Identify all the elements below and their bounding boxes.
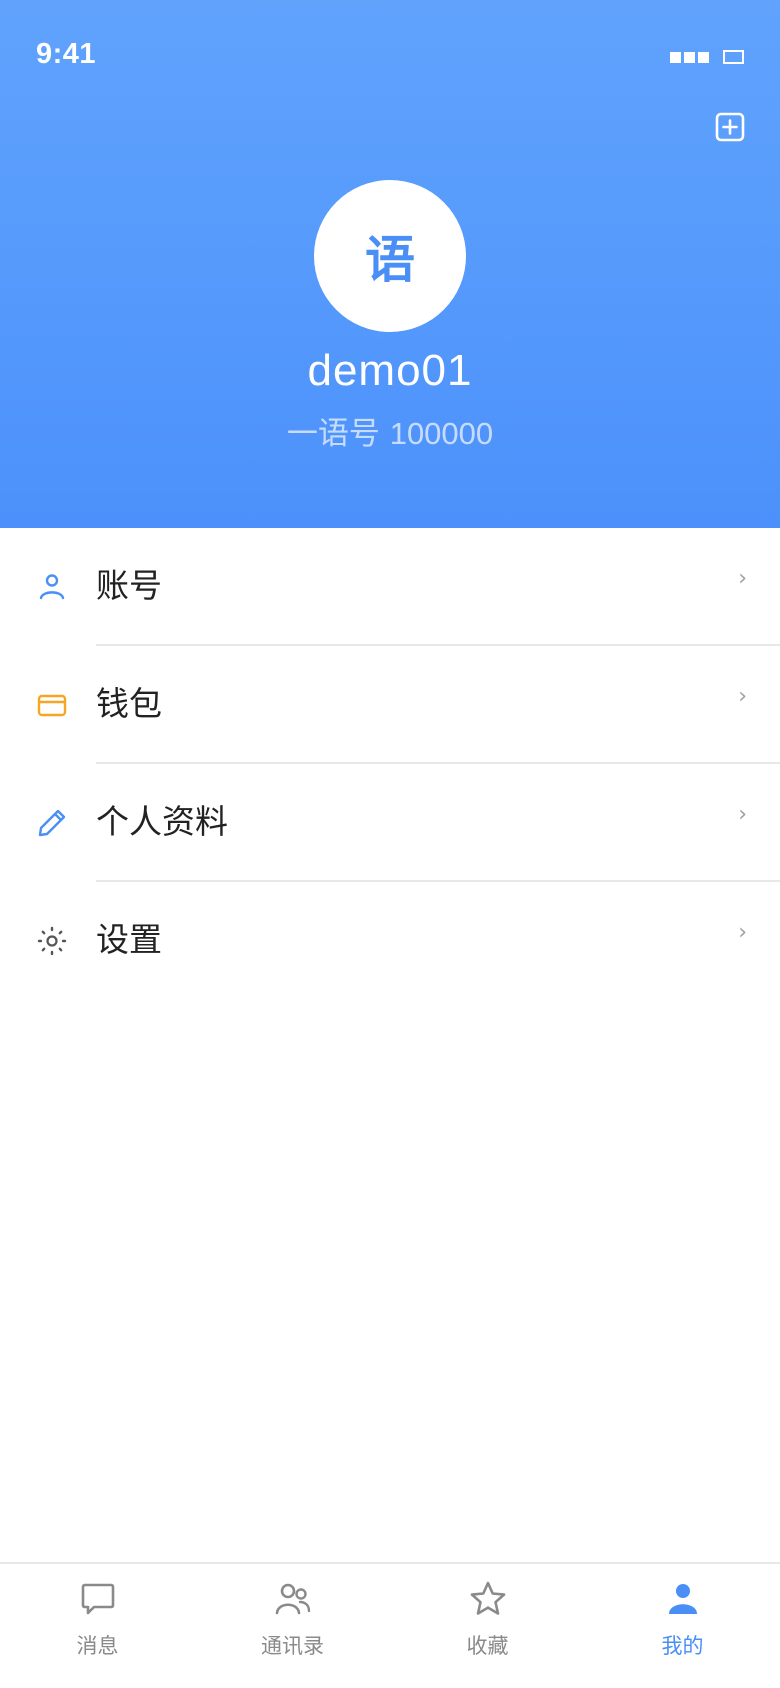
status-bar: 9:41 (0, 0, 780, 116)
add-button[interactable] (715, 112, 745, 142)
chevron-right-icon: › (738, 920, 747, 945)
contacts-icon (275, 1583, 310, 1615)
star-icon (470, 1581, 505, 1615)
tab-favorites[interactable]: 收藏 (390, 1564, 585, 1688)
tab-label: 我的 (661, 1634, 704, 1658)
menu-item-label: 个人资料 (96, 802, 228, 841)
message-bubble-icon (81, 1583, 114, 1615)
menu-item-label: 设置 (96, 920, 162, 959)
edit-pencil-icon (38, 809, 66, 837)
user-id-value: 100000 (389, 416, 494, 451)
tab-label: 收藏 (466, 1634, 509, 1658)
user-id-prefix: 一语号 (286, 416, 390, 452)
menu-item-label: 账号 (96, 566, 162, 605)
menu-item-settings[interactable]: 设置 › (0, 882, 780, 1000)
person-filled-icon (668, 1584, 697, 1614)
menu-item-wallet[interactable]: 钱包 › (0, 646, 780, 764)
signal-icon (670, 51, 709, 63)
settings-gear-icon (37, 926, 67, 956)
chevron-right-icon: › (738, 802, 747, 827)
tab-label: 通讯录 (261, 1634, 324, 1658)
tab-me[interactable]: 我的 (585, 1564, 780, 1688)
username: demo01 (307, 346, 473, 395)
avatar-text: 语 (365, 231, 415, 289)
status-icons (670, 50, 744, 64)
menu-item-account[interactable]: 账号 › (0, 528, 780, 646)
tab-contacts[interactable]: 通讯录 (195, 1564, 390, 1688)
tab-label: 消息 (76, 1634, 119, 1658)
profile-menu: 账号 › 钱包 › 个人资料 › 设置 › (0, 528, 780, 1000)
person-icon (39, 574, 65, 600)
menu-item-label: 钱包 (96, 684, 162, 723)
profile-header: 9:41 语 demo01 一语号 100000 (0, 0, 780, 528)
chevron-right-icon: › (738, 684, 747, 709)
avatar[interactable]: 语 (314, 180, 466, 332)
user-id: 一语号 100000 (0, 408, 780, 453)
plus-square-icon (715, 112, 745, 142)
menu-item-profile[interactable]: 个人资料 › (0, 764, 780, 882)
status-time: 9:41 (36, 38, 97, 70)
bottom-tab-bar: 消息 通讯录 收藏 我的 (0, 1562, 780, 1688)
tab-messages[interactable]: 消息 (0, 1564, 195, 1688)
chevron-right-icon: › (738, 566, 747, 591)
battery-icon (723, 50, 744, 64)
wallet-icon (37, 694, 67, 717)
